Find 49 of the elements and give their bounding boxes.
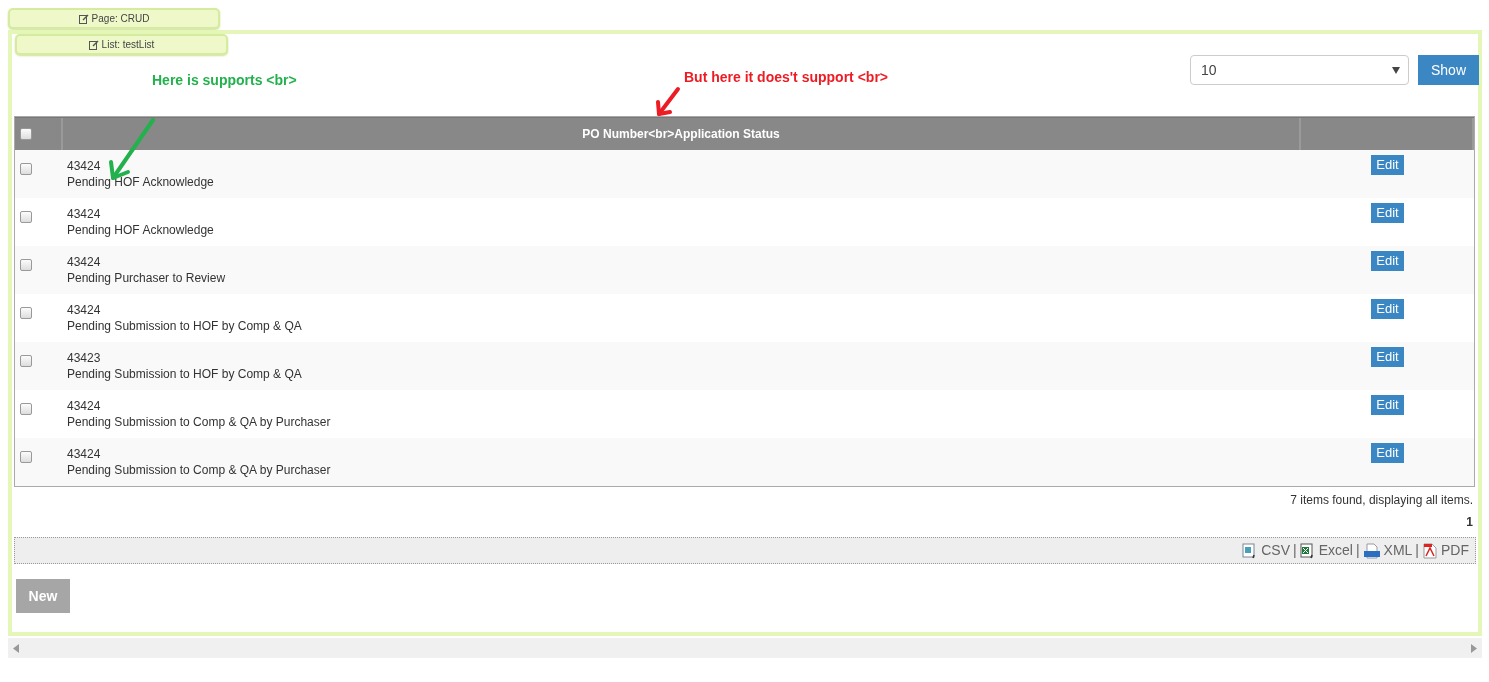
items-summary: 7 items found, displaying all items. <box>1290 493 1473 507</box>
export-link[interactable]: Excel <box>1299 540 1353 561</box>
table-cell: 43424 Pending Submission to HOF by Comp & QA <box>67 302 302 334</box>
xml-file-icon <box>1362 542 1381 559</box>
list-label-tag: List: testList <box>15 34 228 55</box>
page-size-select[interactable]: 10 <box>1190 55 1409 85</box>
show-button[interactable]: Show <box>1418 55 1479 85</box>
table-cell: 43424 Pending Submission to Comp & QA by Purchaser <box>67 398 331 430</box>
table-cell: 43424 Pending Submission to Comp & QA by Purchaser <box>67 446 331 478</box>
spreadsheet-icon <box>1299 542 1316 559</box>
scroll-right-icon[interactable] <box>1471 643 1477 653</box>
table-cell: 43423 Pending Submission to HOF by Comp & QA <box>67 350 302 382</box>
edit-button[interactable]: Edit <box>1371 155 1404 175</box>
row-checkbox[interactable] <box>20 211 32 223</box>
row-checkbox[interactable] <box>20 403 32 415</box>
edit-button[interactable]: Edit <box>1371 299 1404 319</box>
separator-text: | <box>1355 541 1360 560</box>
pdf-icon <box>1422 542 1438 559</box>
row-checkbox[interactable] <box>20 451 32 463</box>
annotation-text: Here is supports <br> <box>152 71 297 90</box>
dropdown-caret-icon <box>1392 66 1400 74</box>
select-value: 10 <box>1201 60 1217 80</box>
page-number[interactable]: 1 <box>1466 515 1473 529</box>
table-cell: 43424 Pending HOF Acknowledge <box>67 158 214 190</box>
row-checkbox[interactable] <box>20 355 32 367</box>
row-checkbox[interactable] <box>20 163 32 175</box>
row-checkbox[interactable] <box>20 307 32 319</box>
arrow-drawing <box>656 84 682 118</box>
annotation-text: But here it does't support <br> <box>684 68 889 87</box>
select-all-checkbox[interactable] <box>20 128 32 140</box>
edit-icon <box>78 13 89 24</box>
edit-icon <box>88 39 99 50</box>
table-cell: 43424 Pending HOF Acknowledge <box>67 206 214 238</box>
export-link[interactable]: XML <box>1362 540 1413 561</box>
export-link[interactable]: PDF <box>1422 540 1469 561</box>
edit-button[interactable]: Edit <box>1371 203 1404 223</box>
table-cell: 43424 Pending Purchaser to Review <box>67 254 226 286</box>
column-header: PO Number<br>Application Status <box>582 126 780 143</box>
scroll-left-icon[interactable] <box>13 643 19 653</box>
separator-text: | <box>1293 541 1297 560</box>
edit-button[interactable]: Edit <box>1371 347 1404 367</box>
new-button[interactable]: New <box>16 579 70 613</box>
edit-button[interactable]: Edit <box>1371 395 1404 415</box>
separator-text: | <box>1415 541 1419 560</box>
edit-button[interactable]: Edit <box>1371 251 1404 271</box>
export-link[interactable]: CSV <box>1242 540 1291 561</box>
edit-button[interactable]: Edit <box>1371 443 1404 463</box>
row-checkbox[interactable] <box>20 259 32 271</box>
page-label-tag: Page: CRUD <box>8 8 220 29</box>
